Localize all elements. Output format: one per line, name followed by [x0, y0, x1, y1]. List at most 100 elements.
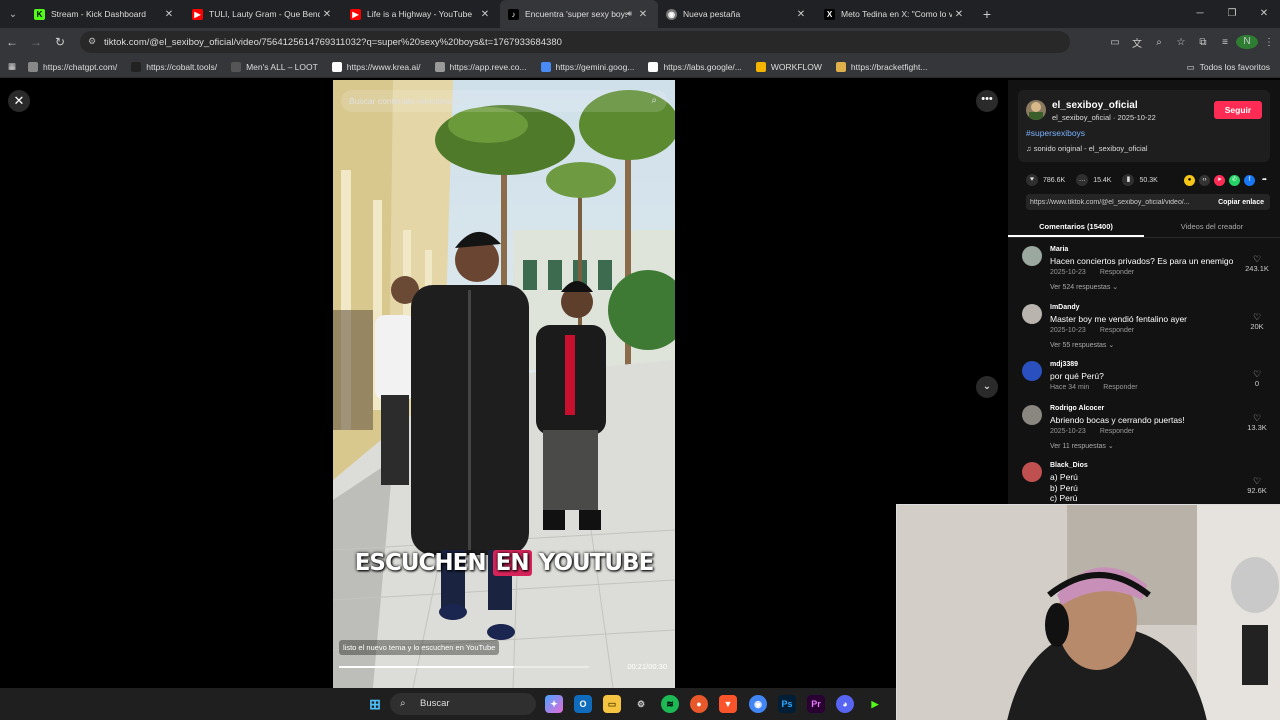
tab-5[interactable]: X Meto Tedina en X: "Como lo vo ✕	[816, 0, 974, 28]
close-tab-icon[interactable]: ✕	[320, 9, 334, 20]
forward-button[interactable]: →	[24, 35, 48, 49]
settings-icon[interactable]: ⚙	[632, 695, 650, 713]
bookmark-7[interactable]: WORKFLOW	[755, 61, 822, 72]
cast-icon[interactable]: ▭	[1104, 37, 1126, 48]
site-info-icon[interactable]: ⚙	[88, 36, 96, 47]
save-button[interactable]: ▮ 50.3K	[1122, 174, 1158, 186]
bookmark-3[interactable]: https://www.krea.ai/	[331, 61, 421, 72]
creator-avatar[interactable]	[1026, 100, 1046, 120]
reply-button[interactable]: Responder	[1100, 269, 1134, 276]
send-icon[interactable]: ➤	[1214, 174, 1225, 186]
brave-icon[interactable]: ▼	[719, 695, 737, 713]
all-favorites-folder[interactable]: ▭ Todos los favoritos	[1187, 56, 1270, 78]
hashtag-link[interactable]: #supersexiboys	[1026, 128, 1085, 138]
commenter-name[interactable]: Rodrigo Alcocer	[1050, 405, 1104, 412]
facebook-icon[interactable]: f	[1244, 174, 1255, 186]
video-player[interactable]: Buscar contenido relacionado ⌕ ESCUCHEN …	[333, 80, 675, 688]
extensions-icon[interactable]: ⧉	[1192, 37, 1214, 48]
comment-like-button[interactable]: ♡ 92.6K	[1242, 476, 1272, 495]
commenter-name[interactable]: ImDandy	[1050, 304, 1080, 311]
bookmark-8[interactable]: https://bracketfight...	[835, 61, 927, 72]
speaker-icon[interactable]: 🔊︎	[627, 9, 632, 19]
profile-avatar[interactable]: N	[1236, 35, 1258, 49]
follow-button[interactable]: Seguir	[1214, 101, 1262, 119]
bookmark-2[interactable]: Men's ALL – LOOT	[231, 61, 318, 72]
more-options-button[interactable]: •••	[976, 90, 998, 112]
close-tab-icon[interactable]: ✕	[478, 9, 492, 20]
address-bar[interactable]: ⚙ tiktok.com/@el_sexiboy_oficial/video/7…	[80, 31, 1070, 53]
copy-link-button[interactable]: Copiar enlace	[1212, 199, 1270, 206]
zoom-icon[interactable]: ⌕	[1148, 37, 1170, 48]
reply-button[interactable]: Responder	[1100, 327, 1134, 334]
tab-search-button[interactable]: ⌄	[0, 0, 26, 28]
restore-button[interactable]: ❐	[1216, 0, 1248, 28]
coin-icon[interactable]: ●	[1184, 174, 1195, 186]
reload-button[interactable]: ↻	[48, 35, 72, 49]
copilot-icon[interactable]: ✦	[545, 695, 563, 713]
app-orange-icon[interactable]: ●	[690, 695, 708, 713]
whatsapp-icon[interactable]: ✆	[1229, 174, 1240, 186]
comment-like-button[interactable]: ♡ 20K	[1242, 312, 1272, 331]
like-button[interactable]: ♥ 786.6K	[1026, 174, 1065, 186]
embed-icon[interactable]: ‹›	[1199, 174, 1210, 186]
tab-1[interactable]: ▶ TULI, Lauty Gram - Que Bendic ✕	[184, 0, 342, 28]
tab-creator-videos[interactable]: Videos del creador	[1144, 216, 1280, 237]
tab-3[interactable]: ♪ Encuentra 'super sexy boys 🔊︎ ✕	[500, 0, 658, 28]
related-search-input[interactable]: Buscar contenido relacionado ⌕	[341, 90, 667, 112]
windows-start-icon[interactable]: ⊞	[366, 695, 384, 713]
close-window-button[interactable]: ✕	[1248, 0, 1280, 28]
taskbar-search[interactable]: ⌕ Buscar	[390, 693, 536, 715]
tab-2[interactable]: ▶ Life is a Highway - YouTube ✕	[342, 0, 500, 28]
bookmark-6[interactable]: https://labs.google/...	[648, 61, 742, 72]
close-video-button[interactable]: ✕	[8, 90, 30, 112]
view-replies-button[interactable]: Ver 11 respuestas ⌄	[1050, 442, 1114, 450]
comment-like-button[interactable]: ♡ 243.1K	[1242, 254, 1272, 273]
commenter-name[interactable]: Black_Dios	[1050, 462, 1088, 469]
search-icon[interactable]: ⌕	[651, 90, 657, 112]
menu-icon[interactable]: ⋮	[1258, 37, 1280, 48]
commenter-name[interactable]: mdj3389	[1050, 361, 1078, 368]
close-tab-icon[interactable]: ✕	[952, 9, 966, 20]
reply-button[interactable]: Responder	[1103, 384, 1137, 391]
bookmark-4[interactable]: https://app.reve.co...	[434, 61, 527, 72]
bookmark-0[interactable]: https://chatgpt.com/	[28, 61, 117, 72]
outlook-icon[interactable]: O	[574, 695, 592, 713]
chrome-icon[interactable]: ◉	[749, 695, 767, 713]
tab-4[interactable]: ◉ Nueva pestaña ✕	[658, 0, 816, 28]
photoshop-icon[interactable]: Ps	[778, 695, 796, 713]
new-tab-button[interactable]: +	[974, 6, 1000, 22]
tab-0[interactable]: K Stream - Kick Dashboard ✕	[26, 0, 184, 28]
commenter-avatar[interactable]	[1022, 462, 1042, 482]
view-replies-button[interactable]: Ver 524 respuestas ⌄	[1050, 283, 1118, 291]
comment-like-button[interactable]: ♡ 0	[1242, 369, 1272, 388]
reply-button[interactable]: Responder	[1100, 428, 1134, 435]
commenter-avatar[interactable]	[1022, 304, 1042, 324]
back-button[interactable]: ←	[0, 35, 24, 49]
view-replies-button[interactable]: Ver 55 respuestas ⌄	[1050, 341, 1114, 349]
bookmark-5[interactable]: https://gemini.goog...	[540, 61, 634, 72]
minimize-button[interactable]: ─	[1184, 0, 1216, 28]
share-arrow-icon[interactable]: ➦	[1259, 175, 1270, 186]
commenter-name[interactable]: Maria	[1050, 246, 1068, 253]
discord-icon[interactable]: ◕	[836, 695, 854, 713]
close-tab-icon[interactable]: ✕	[162, 9, 176, 20]
bookmark-star-icon[interactable]: ☆	[1170, 37, 1192, 48]
creator-username[interactable]: el_sexiboy_oficial	[1052, 100, 1138, 111]
translate-icon[interactable]: 文	[1126, 35, 1148, 50]
comment-button[interactable]: … 15.4K	[1076, 174, 1111, 186]
premiere-icon[interactable]: Pr	[807, 695, 825, 713]
kick-app-icon[interactable]: ▶	[866, 695, 884, 713]
sound-link[interactable]: ♫ sonido original - el_sexiboy_oficial	[1026, 144, 1148, 153]
commenter-avatar[interactable]	[1022, 361, 1042, 381]
video-progress-bar[interactable]	[339, 666, 589, 668]
commenter-avatar[interactable]	[1022, 246, 1042, 266]
spotify-icon[interactable]: ≋	[661, 695, 679, 713]
bookmark-1[interactable]: https://cobalt.tools/	[131, 61, 217, 72]
tab-comments[interactable]: Comentarios (15400)	[1008, 216, 1144, 237]
close-tab-icon[interactable]: ✕	[636, 9, 650, 20]
commenter-avatar[interactable]	[1022, 405, 1042, 425]
file-explorer-icon[interactable]: ▭	[603, 695, 621, 713]
comment-like-button[interactable]: ♡ 13.3K	[1242, 413, 1272, 432]
next-video-button[interactable]: ⌄	[976, 376, 998, 398]
close-tab-icon[interactable]: ✕	[794, 9, 808, 20]
